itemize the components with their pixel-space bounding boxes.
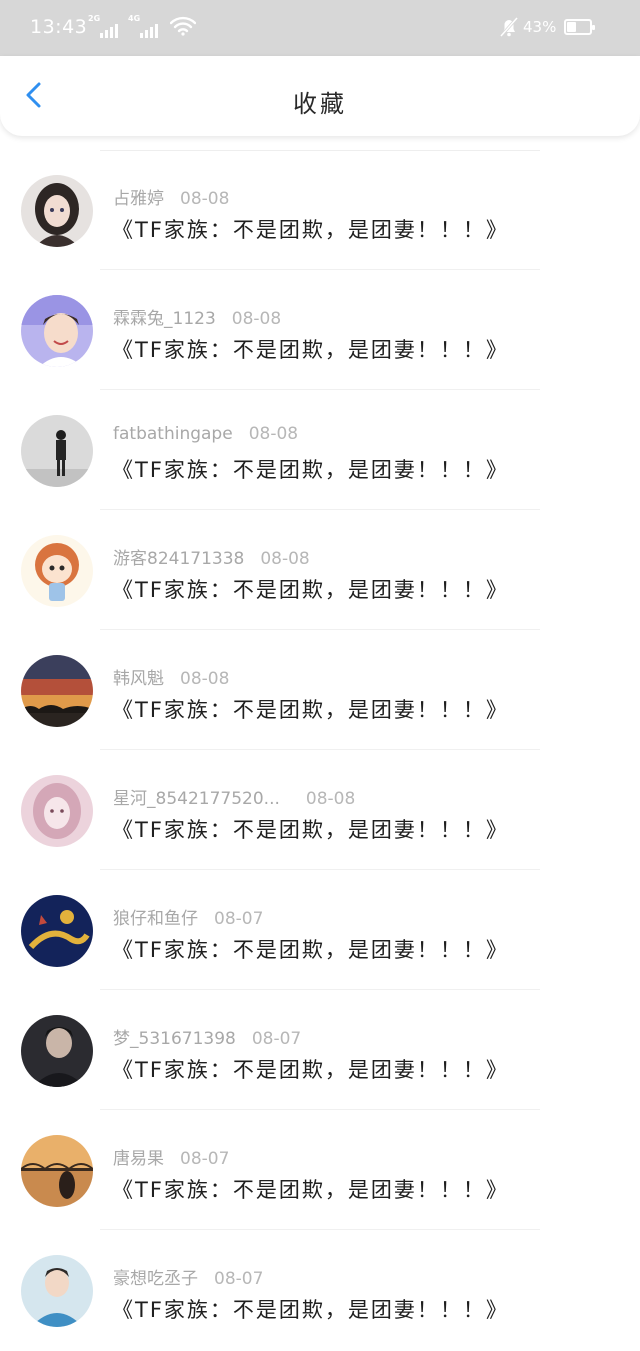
username[interactable]: 游客824171338 xyxy=(113,549,244,569)
list-item[interactable]: 梦_531671398 08-07 《TF家族：不是团欺，是团妻！！！》 xyxy=(0,990,640,1110)
article-title[interactable]: 《TF家族：不是团欺，是团妻！！！》 xyxy=(112,934,509,964)
username[interactable]: 霖霖兔_1123 xyxy=(113,309,216,329)
username[interactable]: 星河_8542177520... xyxy=(113,789,280,809)
date: 08-08 xyxy=(180,189,230,209)
date: 08-08 xyxy=(231,309,282,329)
avatar[interactable] xyxy=(21,1135,93,1207)
article-title[interactable]: 《TF家族：不是团欺，是团妻！！！》 xyxy=(112,334,509,364)
date: 08-08 xyxy=(180,669,230,689)
avatar[interactable] xyxy=(21,895,93,967)
battery-level-fill xyxy=(567,22,576,32)
date: 08-08 xyxy=(248,424,299,444)
item-meta: 梦_531671398 08-07 xyxy=(113,1024,301,1049)
list-item[interactable]: fatbathingape 08-08 《TF家族：不是团欺，是团妻！！！》 xyxy=(0,390,640,510)
item-meta: 韩风魁 08-08 xyxy=(113,664,229,689)
list-item[interactable]: 游客824171338 08-08 《TF家族：不是团欺，是团妻！！！》 xyxy=(0,510,640,630)
date: 08-07 xyxy=(180,1149,230,1169)
mute-bell-icon xyxy=(499,17,519,37)
signal-icon: 4G xyxy=(128,14,160,40)
item-meta: 游客824171338 08-08 xyxy=(113,544,310,569)
date: 08-08 xyxy=(305,789,356,809)
article-title[interactable]: 《TF家族：不是团欺，是团妻！！！》 xyxy=(112,1294,509,1324)
date: 08-07 xyxy=(214,909,264,929)
item-meta: 占雅婷 08-08 xyxy=(113,184,229,209)
sim1-network-label: 2G xyxy=(88,14,101,23)
article-title[interactable]: 《TF家族：不是团欺，是团妻！！！》 xyxy=(112,574,509,604)
list-item[interactable]: 唐易果 08-07 《TF家族：不是团欺，是团妻！！！》 xyxy=(0,1110,640,1230)
item-meta: 唐易果 08-07 xyxy=(113,1144,229,1169)
avatar[interactable] xyxy=(21,535,93,607)
status-time: 13:43 xyxy=(30,16,88,38)
avatar[interactable] xyxy=(21,415,93,487)
item-meta: 星河_8542177520... 08-08 xyxy=(113,784,355,809)
battery-icon xyxy=(564,19,595,35)
article-title[interactable]: 《TF家族：不是团欺，是团妻！！！》 xyxy=(112,1174,509,1204)
username[interactable]: 唐易果 xyxy=(113,1149,164,1169)
article-title[interactable]: 《TF家族：不是团欺，是团妻！！！》 xyxy=(112,814,509,844)
username[interactable]: 梦_531671398 xyxy=(113,1029,236,1049)
username[interactable]: 豪想吃丞子 xyxy=(113,1269,198,1289)
username[interactable]: 狼仔和鱼仔 xyxy=(113,909,198,929)
item-meta: 豪想吃丞子 08-07 xyxy=(113,1264,263,1289)
avatar[interactable] xyxy=(21,775,93,847)
list-item[interactable]: 星河_8542177520... 08-08 《TF家族：不是团欺，是团妻！！！》 xyxy=(0,750,640,870)
status-bar: 13:43 2G 4G 43% xyxy=(0,0,640,56)
signal-icon: 2G xyxy=(88,14,120,40)
article-title[interactable]: 《TF家族：不是团欺，是团妻！！！》 xyxy=(112,694,509,724)
list-item[interactable]: 狼仔和鱼仔 08-07 《TF家族：不是团欺，是团妻！！！》 xyxy=(0,870,640,990)
date: 08-07 xyxy=(214,1269,264,1289)
avatar[interactable] xyxy=(21,295,93,367)
article-title[interactable]: 《TF家族：不是团欺，是团妻！！！》 xyxy=(112,1054,509,1084)
list-item[interactable]: 豪想吃丞子 08-07 《TF家族：不是团欺，是团妻！！！》 xyxy=(0,1230,640,1350)
item-meta: 霖霖兔_1123 08-08 xyxy=(113,304,281,329)
article-title[interactable]: 《TF家族：不是团欺，是团妻！！！》 xyxy=(112,214,509,244)
avatar[interactable] xyxy=(21,1015,93,1087)
avatar[interactable] xyxy=(21,1255,93,1327)
battery-percent: 43% xyxy=(523,18,557,36)
avatar[interactable] xyxy=(21,655,93,727)
sim2-network-label: 4G xyxy=(128,14,141,23)
item-meta: fatbathingape 08-08 xyxy=(113,424,298,444)
avatar[interactable] xyxy=(21,175,93,247)
article-title[interactable]: 《TF家族：不是团欺，是团妻！！！》 xyxy=(112,454,509,484)
list-item[interactable]: 韩风魁 08-08 《TF家族：不是团欺，是团妻！！！》 xyxy=(0,630,640,750)
list-item[interactable]: 霖霖兔_1123 08-08 《TF家族：不是团欺，是团妻！！！》 xyxy=(0,270,640,390)
header-bar: 收藏 xyxy=(0,56,640,136)
list-item[interactable]: 占雅婷 08-08 《TF家族：不是团欺，是团妻！！！》 xyxy=(0,150,640,270)
date: 08-08 xyxy=(260,549,310,569)
item-meta: 狼仔和鱼仔 08-07 xyxy=(113,904,263,929)
date: 08-07 xyxy=(251,1029,302,1049)
page-title: 收藏 xyxy=(293,90,347,118)
username[interactable]: 韩风魁 xyxy=(113,669,164,689)
username[interactable]: 占雅婷 xyxy=(113,189,164,209)
username[interactable]: fatbathingape xyxy=(113,424,233,444)
wifi-icon xyxy=(170,16,196,36)
